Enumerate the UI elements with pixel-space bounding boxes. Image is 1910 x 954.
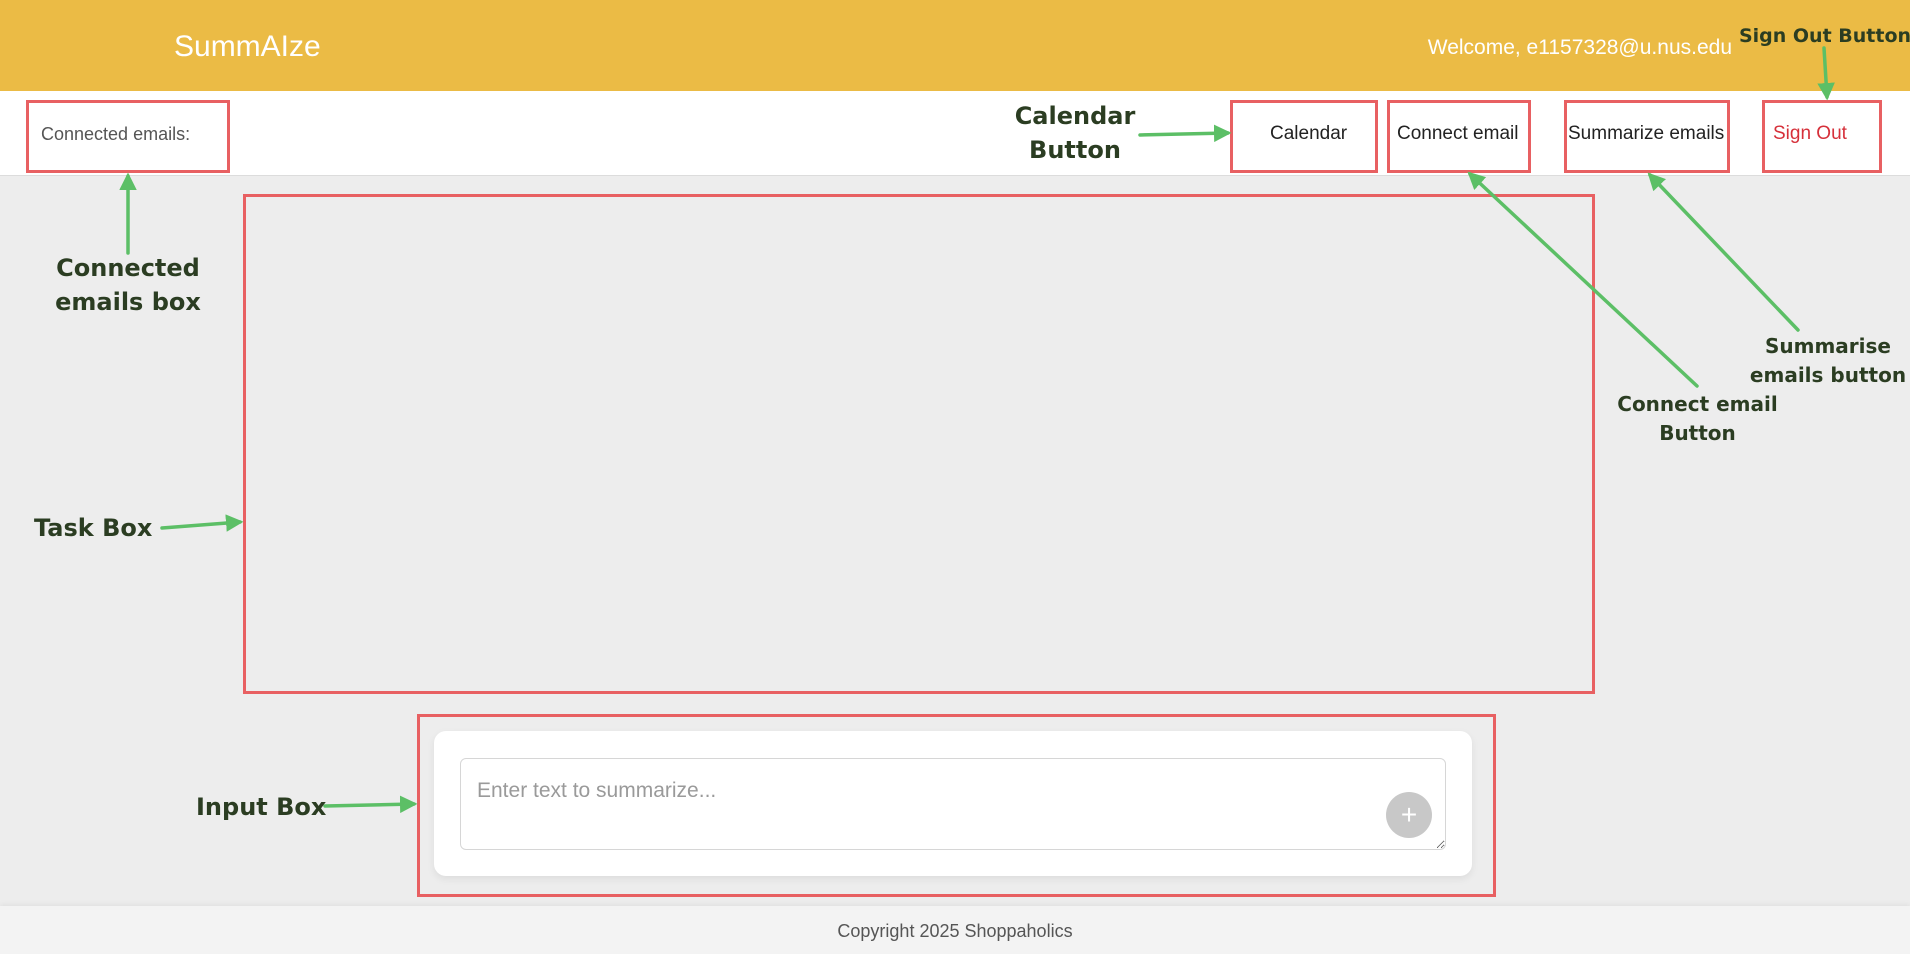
app-title: SummAIze [174,30,321,63]
task-box-annotation: Task Box [34,514,153,542]
summarise-emails-button-annotation: Summarise emails button [1749,334,1907,387]
footer: Copyright 2025 Shoppaholics [0,906,1910,954]
connected-emails-box-outline [26,100,230,173]
connect-email-button-outline [1387,100,1531,173]
calendar-button-outline [1230,100,1378,173]
task-box-outline [243,194,1595,694]
sign-out-button-annotation: Sign Out Button [1738,25,1910,47]
welcome-message: Welcome, e1157328@u.nus.edu [1427,36,1732,59]
input-box-annotation: Input Box [196,793,327,821]
task-box-arrow [160,514,244,532]
copyright-text: Copyright 2025 Shoppaholics [837,921,1073,941]
calendar-button-annotation: Calendar Button [1014,102,1136,164]
summarize-emails-arrow [1647,172,1800,332]
input-box-arrow [323,795,418,814]
input-box-outline [417,714,1496,897]
sign-out-button-outline [1762,100,1882,173]
app-header: SummAIze Welcome, e1157328@u.nus.edu [0,0,1910,91]
summarize-emails-button-outline [1564,100,1730,173]
connected-emails-box-annotation: Connected emails box [55,254,201,316]
connect-email-button-annotation: Connect email Button [1617,392,1778,445]
